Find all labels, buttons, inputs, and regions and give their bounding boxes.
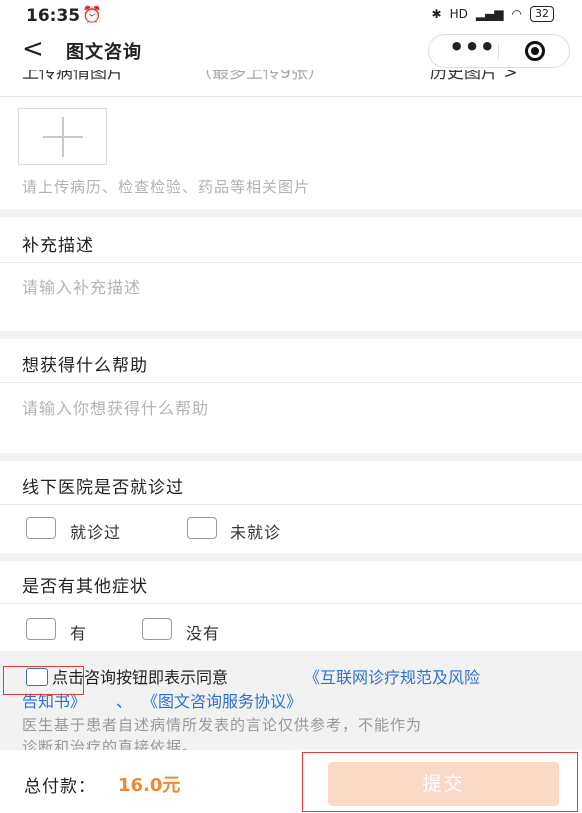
nav-bar: < 图文咨询 ••• xyxy=(0,32,582,70)
network-label: HD xyxy=(449,7,468,21)
total-label: 总付款： xyxy=(24,777,96,797)
upload-image-button[interactable] xyxy=(18,108,107,165)
description-section: 补充描述 请输入补充描述 xyxy=(0,217,582,331)
symptoms-yes-checkbox[interactable] xyxy=(26,618,56,640)
capsule-divider xyxy=(498,43,499,59)
more-dots-icon[interactable]: ••• xyxy=(449,33,495,61)
help-input[interactable]: 请输入你想获得什么帮助 xyxy=(22,395,209,419)
description-title: 补充描述 xyxy=(22,236,94,256)
agreement-separator: 、 xyxy=(116,692,133,711)
divider xyxy=(0,504,582,505)
symptoms-no-checkbox[interactable] xyxy=(142,618,172,640)
back-arrow-icon[interactable]: < xyxy=(22,34,44,64)
agreement-section: 点击咨询按钮即表示同意 《互联网诊疗规范及风险 告知书》 、 《图文咨询服务协议… xyxy=(0,656,582,756)
upload-header: 上传病情图片 （最多上传9张） 历史图片 > xyxy=(0,70,582,97)
highlight-box-checkbox xyxy=(3,666,84,695)
upload-hint: 请上传病历、检查检验、药品等相关图片 xyxy=(22,178,311,196)
total-value: 16.0元 xyxy=(118,775,181,796)
wifi-icon: ◠ xyxy=(511,7,522,21)
visited-yes-label[interactable]: 就诊过 xyxy=(70,519,121,543)
service-agreement-link[interactable]: 《图文咨询服务协议》 xyxy=(142,690,302,714)
visited-yes-checkbox[interactable] xyxy=(26,517,56,539)
risk-notice-link[interactable]: 《互联网诊疗规范及风险 xyxy=(304,666,480,690)
plus-icon xyxy=(62,117,64,157)
help-title: 想获得什么帮助 xyxy=(22,356,148,376)
visited-no-label[interactable]: 未就诊 xyxy=(230,519,281,543)
history-images-link[interactable]: 历史图片 > xyxy=(430,70,518,83)
page-title: 图文咨询 xyxy=(66,42,142,63)
status-bar: 16:35 ⏰ ✱ HD ▂▄▆ ◠ 32 xyxy=(0,0,582,32)
symptoms-title: 是否有其他症状 xyxy=(22,577,148,597)
divider xyxy=(0,603,582,604)
upload-subtitle: （最多上传9张） xyxy=(195,70,325,83)
symptoms-section: 是否有其他症状 有 没有 xyxy=(0,561,582,651)
mini-program-capsule: ••• xyxy=(428,33,570,68)
highlight-box-submit xyxy=(302,752,578,812)
alarm-clock-icon: ⏰ xyxy=(82,5,102,24)
status-icons: ✱ HD ▂▄▆ ◠ 32 xyxy=(431,6,554,22)
divider xyxy=(0,382,582,383)
description-input[interactable]: 请输入补充描述 xyxy=(22,274,141,298)
visited-no-checkbox[interactable] xyxy=(187,517,217,539)
signal-icon: ▂▄▆ xyxy=(475,7,504,21)
visited-section: 线下医院是否就诊过 就诊过 未就诊 xyxy=(0,461,582,553)
visited-title: 线下医院是否就诊过 xyxy=(22,478,184,498)
divider xyxy=(0,262,582,263)
disclaimer-line-1: 医生基于患者自述病情所发表的言论仅供参考，不能作为 xyxy=(22,716,423,734)
upload-title: 上传病情图片 xyxy=(22,70,124,83)
help-section: 想获得什么帮助 请输入你想获得什么帮助 xyxy=(0,339,582,453)
target-icon[interactable] xyxy=(525,41,545,61)
status-time: 16:35 xyxy=(26,6,81,26)
symptoms-no-label[interactable]: 没有 xyxy=(186,620,220,644)
battery-indicator: 32 xyxy=(530,6,554,22)
symptoms-yes-label[interactable]: 有 xyxy=(70,620,87,644)
bluetooth-icon: ✱ xyxy=(431,7,442,21)
